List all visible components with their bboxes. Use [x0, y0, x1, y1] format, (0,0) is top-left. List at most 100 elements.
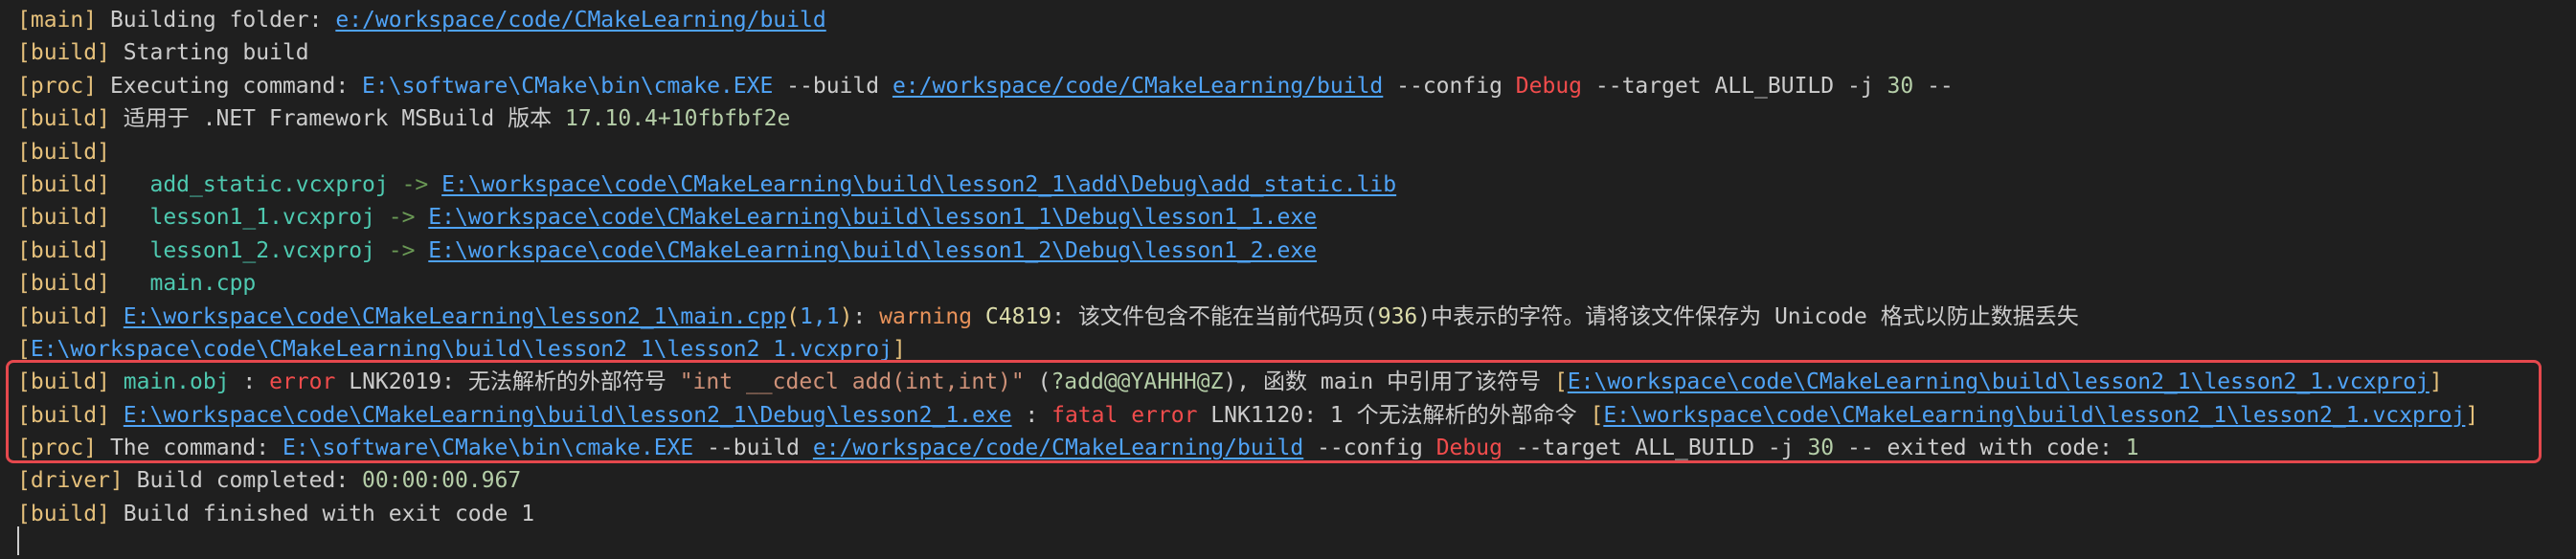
- path-link[interactable]: E:\workspace\code\CMakeLearning\build\le…: [1568, 369, 2429, 394]
- output-text: [build]: [17, 303, 110, 329]
- output-text: 1: [2125, 436, 2139, 461]
- output-text: [build]: [17, 40, 110, 66]
- output-text: ]: [2465, 402, 2479, 428]
- output-text: lesson1_1.vcxproj: [149, 205, 375, 231]
- output-line: [build] E:\workspace\code\CMakeLearning\…: [17, 301, 2565, 333]
- path-link[interactable]: E:\workspace\code\CMakeLearning\build\le…: [428, 238, 1317, 263]
- output-text: [: [17, 336, 31, 362]
- output-text: --config: [1383, 73, 1516, 99]
- output-text: error: [269, 369, 336, 395]
- output-text: 适用于 .NET Framework MSBuild 版本: [109, 106, 565, 132]
- output-text: :: [1011, 402, 1052, 428]
- output-text: ->: [374, 205, 429, 231]
- output-text: warning: [879, 303, 973, 329]
- output-text: [build]: [17, 139, 110, 165]
- output-text: 30: [1887, 73, 1914, 99]
- path-link[interactable]: e:/workspace/code/CMakeLearning/build: [335, 8, 825, 33]
- output-text: ->: [388, 171, 442, 197]
- output-text: --target ALL_BUILD -j: [1502, 436, 1808, 461]
- output-text: The command:: [97, 436, 282, 461]
- output-line: [E:\workspace\code\CMakeLearning\build\l…: [17, 333, 2565, 366]
- path-link[interactable]: E:\workspace\code\CMakeLearning\build\le…: [124, 403, 1012, 428]
- output-text: [build]: [17, 171, 110, 197]
- output-text: add_static.vcxproj: [149, 171, 389, 197]
- output-text: ->: [374, 237, 429, 263]
- output-text: C4819: [984, 303, 1052, 329]
- output-text: --target ALL_BUILD -j: [1582, 73, 1887, 99]
- output-terminal[interactable]: [main] Building folder: e:/workspace/cod…: [17, 4, 2565, 530]
- output-text: [: [1553, 369, 1568, 395]
- output-text: main.obj: [123, 369, 230, 395]
- output-line: [build] lesson1_2.vcxproj -> E:\workspac…: [17, 235, 2565, 267]
- path-link[interactable]: e:/workspace/code/CMakeLearning/build: [893, 74, 1383, 99]
- output-text: Build finished with exit code 1: [109, 501, 535, 526]
- output-text: Debug: [1515, 73, 1583, 99]
- output-text: Debug: [1435, 436, 1503, 461]
- output-text: E:\software\CMake\bin\cmake.EXE: [282, 436, 694, 461]
- output-text: ?add@@YAHHH@Z: [1051, 369, 1224, 395]
- path-link[interactable]: e:/workspace/code/CMakeLearning/build: [813, 436, 1303, 460]
- output-text: [main]: [17, 8, 98, 33]
- output-text: 00:00:00.967: [362, 468, 522, 494]
- output-text: :: [229, 369, 270, 395]
- output-text: [build]: [17, 271, 110, 297]
- output-text: 17.10.4+10fbfbf2e: [564, 106, 791, 132]
- output-text: Building folder:: [97, 8, 336, 33]
- path-link[interactable]: E:\workspace\code\CMakeLearning\build\le…: [441, 172, 1396, 197]
- text-cursor: [17, 526, 19, 555]
- output-line: [build] 适用于 .NET Framework MSBuild 版本 17…: [17, 102, 2565, 135]
- output-text: : 该文件包含不能在当前代码页(: [1051, 303, 1378, 329]
- output-text: 936: [1377, 303, 1418, 329]
- output-line: [build] E:\workspace\code\CMakeLearning\…: [17, 399, 2565, 432]
- output-line: [build] add_static.vcxproj -> E:\workspa…: [17, 168, 2565, 201]
- output-line: [driver] Build completed: 00:00:00.967: [17, 464, 2565, 497]
- output-line: [build] main.cpp: [17, 267, 2565, 300]
- path-link[interactable]: E:\workspace\code\CMakeLearning\build\le…: [428, 205, 1317, 230]
- output-text: ]: [2429, 369, 2443, 395]
- output-line: [proc] Executing command: E:\software\CM…: [17, 70, 2565, 102]
- output-text: (: [1024, 369, 1051, 395]
- output-text: )中表示的字符。请将该文件保存为 Unicode 格式以防止数据丢失: [1417, 303, 2079, 329]
- output-line: [proc] The command: E:\software\CMake\bi…: [17, 432, 2565, 464]
- output-text: LNK2019: 无法解析的外部符号: [335, 369, 680, 395]
- output-text: [proc]: [17, 436, 98, 461]
- output-text: --config: [1303, 436, 1436, 461]
- output-text: [build]: [17, 106, 110, 132]
- output-text: main.cpp: [149, 271, 257, 297]
- path-link[interactable]: E:\workspace\code\CMakeLearning\build\le…: [1603, 403, 2465, 428]
- output-text: 30: [1807, 436, 1835, 461]
- output-text: [driver]: [17, 468, 124, 494]
- output-text: ): [839, 303, 853, 329]
- output-text: [build]: [17, 402, 110, 428]
- output-text: E:\workspace\code\CMakeLearning\build\le…: [30, 336, 893, 362]
- output-line: [build] Build finished with exit code 1: [17, 498, 2565, 530]
- output-text: [build]: [17, 205, 110, 231]
- output-text: [build]: [17, 369, 110, 395]
- output-line: [main] Building folder: e:/workspace/cod…: [17, 4, 2565, 36]
- output-text: [build]: [17, 501, 110, 526]
- output-text: Executing command:: [97, 73, 363, 99]
- output-text: ), 函数 main 中引用了该符号: [1223, 369, 1554, 395]
- output-text: (: [786, 303, 801, 329]
- output-text: Build completed:: [123, 468, 363, 494]
- output-text: fatal error: [1051, 402, 1198, 428]
- output-text: :: [852, 303, 880, 329]
- output-text: -- exited with code:: [1834, 436, 2126, 461]
- output-text: [: [1590, 402, 1604, 428]
- output-text: [build]: [17, 237, 110, 263]
- output-text: 1,1: [800, 303, 840, 329]
- output-text: ]: [892, 336, 906, 362]
- output-text: Starting build: [109, 40, 309, 66]
- path-link[interactable]: E:\workspace\code\CMakeLearning\lesson2_…: [124, 304, 786, 329]
- output-text: --build: [693, 436, 813, 461]
- output-text: [proc]: [17, 73, 98, 99]
- output-text: --build: [773, 73, 893, 99]
